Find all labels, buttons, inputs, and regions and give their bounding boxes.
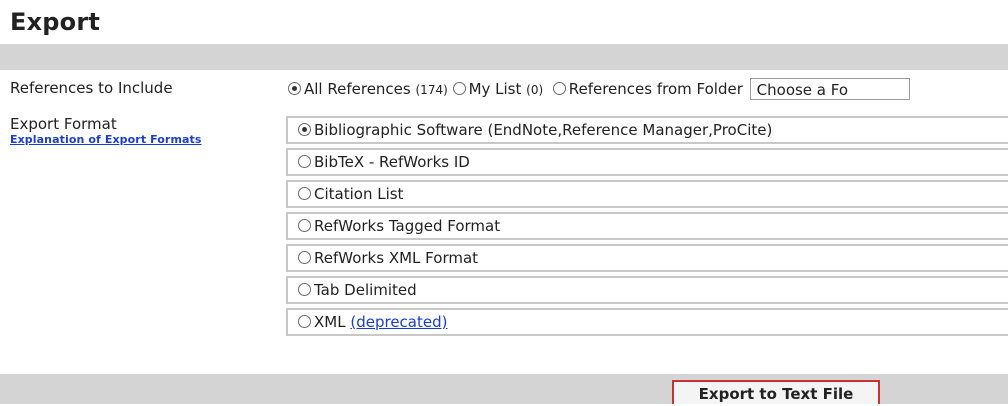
radio-circle-icon[interactable] [298, 315, 311, 328]
header-bar [0, 44, 1008, 70]
my-list-label: My List [468, 80, 522, 98]
radio-all-references[interactable]: All References (174) [288, 80, 448, 98]
format-option-bibliographic-software[interactable]: Bibliographic Software (EndNote,Referenc… [286, 116, 1008, 144]
export-formats-help-link[interactable]: Explanation of Export Formats [10, 133, 202, 146]
export-format-label: Export Format [10, 115, 117, 133]
radio-circle-icon[interactable] [288, 82, 301, 95]
page-title: Export [10, 8, 101, 36]
format-option-refworks-xml[interactable]: RefWorks XML Format [286, 244, 1008, 272]
references-label: References to Include [10, 79, 173, 97]
radio-circle-icon[interactable] [298, 219, 311, 232]
all-references-label: All References [304, 80, 411, 98]
export-format-options: Bibliographic Software (EndNote,Referenc… [286, 116, 1008, 340]
format-option-label: BibTeX - RefWorks ID [314, 153, 470, 171]
radio-references-from-folder[interactable]: References from Folder [548, 80, 743, 98]
format-option-label: RefWorks XML Format [314, 249, 479, 267]
format-option-label: RefWorks Tagged Format [314, 217, 501, 235]
radio-circle-icon[interactable] [298, 123, 311, 136]
format-option-label: Citation List [314, 185, 404, 203]
radio-circle-icon[interactable] [298, 251, 311, 264]
my-list-count: (0) [526, 83, 544, 97]
references-options: All References (174) My List (0) Referen… [288, 78, 910, 104]
folder-select[interactable]: Choose a Fo [749, 78, 910, 100]
format-option-label: XML [314, 313, 346, 331]
format-option-refworks-tagged[interactable]: RefWorks Tagged Format [286, 212, 1008, 240]
format-option-tab-delimited[interactable]: Tab Delimited [286, 276, 1008, 304]
radio-circle-icon[interactable] [452, 82, 466, 95]
format-option-label: Bibliographic Software (EndNote,Referenc… [314, 121, 773, 139]
radio-circle-icon[interactable] [298, 187, 311, 200]
all-references-count: (174) [415, 83, 448, 97]
deprecated-link[interactable]: (deprecated) [350, 313, 447, 331]
radio-circle-icon[interactable] [298, 283, 311, 296]
export-to-text-file-button[interactable]: Export to Text File [672, 380, 880, 404]
radio-circle-icon[interactable] [298, 155, 311, 168]
format-option-citation-list[interactable]: Citation List [286, 180, 1008, 208]
radio-circle-icon[interactable] [552, 82, 566, 95]
radio-my-list[interactable]: My List (0) [452, 80, 544, 98]
format-option-label: Tab Delimited [314, 281, 417, 299]
format-option-bibtex[interactable]: BibTeX - RefWorks ID [286, 148, 1008, 176]
format-option-xml[interactable]: XML (deprecated) [286, 308, 1008, 336]
folder-option-label: References from Folder [568, 80, 743, 98]
